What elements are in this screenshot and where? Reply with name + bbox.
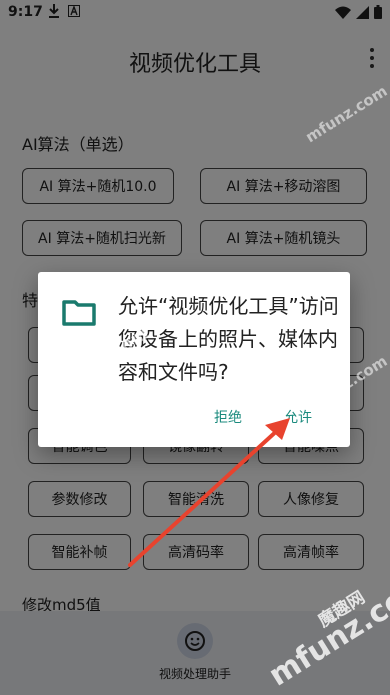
annotation-arrow-icon bbox=[128, 418, 290, 567]
app-screen: 9:17 视频优化工具 AI算法（单选） AI 算法+随机10.0 AI 算法+… bbox=[0, 0, 390, 695]
